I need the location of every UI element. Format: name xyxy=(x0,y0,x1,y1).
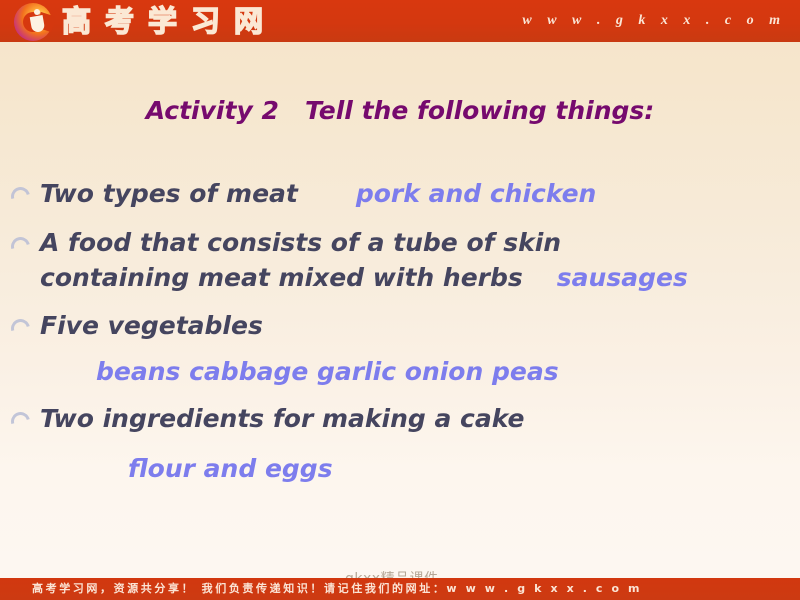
site-brand-title: 高考学习网 xyxy=(61,3,278,39)
arc-bullet-icon xyxy=(10,411,27,428)
list-item: Two types of meat pork and chicken xyxy=(0,176,800,212)
question-answer-row: Two types of meat pork and chicken xyxy=(40,176,800,212)
swirl-logo-icon xyxy=(14,3,57,41)
site-header-bar: 高考学习网 w w w . g k x x . c o m xyxy=(0,0,800,42)
answer-text: flour and eggs xyxy=(128,454,333,483)
list-item: Two ingredients for making a cake flour … xyxy=(0,401,800,487)
question-text: Two ingredients for making a cake xyxy=(40,404,525,433)
answer-text: sausages xyxy=(556,263,688,292)
question-text: Five vegetables xyxy=(40,311,263,340)
logo-figure-icon xyxy=(29,9,46,35)
answer-text: pork and chicken xyxy=(355,179,597,208)
list-item: Five vegetables beans cabbage garlic oni… xyxy=(0,308,800,390)
slide-title: Activity 2 Tell the following things: xyxy=(145,96,655,125)
footer-slogan-text: 高考学习网，资源共分享！ 我们负责传递知识！请记住我们的网址：w w w . g… xyxy=(32,582,643,595)
logo-figure-body xyxy=(29,14,46,34)
arc-bullet-icon xyxy=(10,318,27,335)
question-text: Two types of meat xyxy=(40,179,298,208)
presentation-slide: 高考学习网 w w w . g k x x . c o m Activity 2… xyxy=(0,0,800,600)
logo-figure-head xyxy=(34,9,40,15)
list-item: A food that consists of a tube of skin c… xyxy=(0,226,800,296)
answer-text: beans cabbage garlic onion peas xyxy=(96,357,559,386)
site-url-label: w w w . g k x x . c o m xyxy=(522,13,786,28)
question-text: containing meat mixed with herbs xyxy=(40,263,523,292)
site-footer-bar: 高考学习网，资源共分享！ 我们负责传递知识！请记住我们的网址：w w w . g… xyxy=(0,578,800,600)
question-text: A food that consists of a tube of skin xyxy=(40,228,562,257)
arc-bullet-icon xyxy=(10,236,27,253)
arc-bullet-icon xyxy=(10,186,27,203)
question-answer-row: containing meat mixed with herbs sausage… xyxy=(40,260,800,296)
